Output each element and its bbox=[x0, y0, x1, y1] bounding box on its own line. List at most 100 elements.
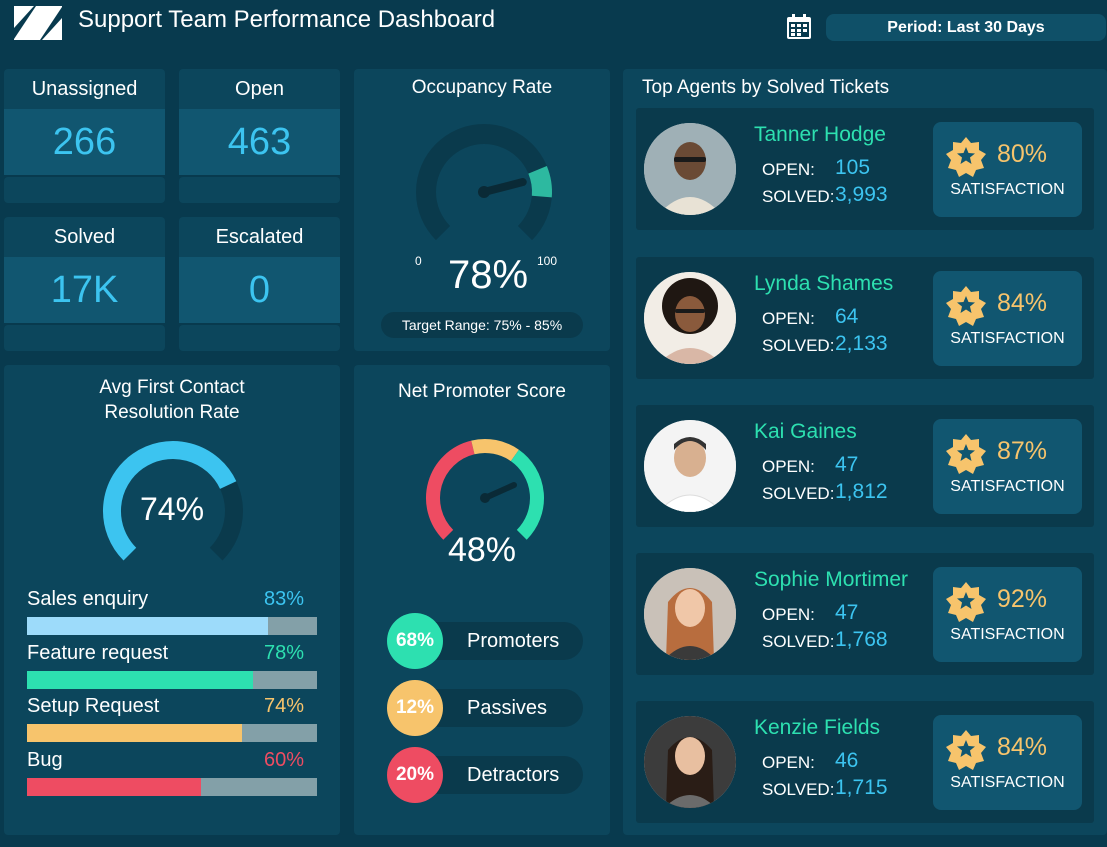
fcr-title-line: Avg First Contact bbox=[99, 377, 245, 398]
agent-name: Tanner Hodge bbox=[754, 123, 886, 146]
promoters-pct: 68% bbox=[387, 613, 443, 669]
category-bar-fill bbox=[27, 724, 242, 742]
nps-gauge bbox=[426, 439, 544, 540]
category-bar-track bbox=[27, 671, 317, 689]
satisfaction-pct: 84% bbox=[997, 289, 1048, 317]
satisfaction-label: SATISFACTION bbox=[950, 181, 1065, 198]
open-value: 47 bbox=[835, 601, 859, 624]
solved-value: 2,133 bbox=[835, 332, 888, 355]
fcr-category-sales: Sales enquiry 83% bbox=[27, 588, 317, 635]
satisfaction-label: SATISFACTION bbox=[950, 330, 1065, 347]
period-selector[interactable]: Period: Last 30 Days bbox=[826, 14, 1106, 41]
satisfaction-box: 87% SATISFACTION bbox=[933, 419, 1082, 514]
fcr-title-line: Resolution Rate bbox=[104, 402, 240, 423]
person-icon bbox=[644, 123, 736, 215]
category-bar-fill bbox=[27, 617, 268, 635]
category-pct: 74% bbox=[263, 695, 304, 717]
solved-label: SOLVED: bbox=[762, 632, 835, 651]
category-bar-track bbox=[27, 778, 317, 796]
kpi-footer bbox=[4, 177, 165, 203]
kpi-value: 266 bbox=[4, 109, 165, 175]
page-title: Support Team Performance Dashboard bbox=[78, 6, 496, 33]
gauge-segment-promoters bbox=[510, 449, 544, 540]
agents-title: Top Agents by Solved Tickets bbox=[642, 77, 890, 98]
kpi-solved[interactable]: Solved 17K bbox=[4, 217, 165, 323]
fcr-category-setup: Setup Request 74% bbox=[27, 695, 317, 742]
zendesk-logo-icon bbox=[14, 6, 62, 40]
solved-label: SOLVED: bbox=[762, 187, 835, 206]
satisfaction-box: 84% SATISFACTION bbox=[933, 715, 1082, 810]
category-pct: 83% bbox=[263, 588, 304, 610]
category-bar-track bbox=[27, 617, 317, 635]
gauge-hub bbox=[480, 493, 490, 503]
agent-card[interactable]: Kai Gaines OPEN: 47 SOLVED: 1,812 87% SA… bbox=[636, 405, 1094, 527]
open-value: 46 bbox=[835, 749, 859, 772]
category-bar-track bbox=[27, 724, 317, 742]
kpi-footer bbox=[4, 325, 165, 351]
satisfaction-box: 80% SATISFACTION bbox=[933, 122, 1082, 217]
kpi-footer bbox=[179, 325, 340, 351]
agent-name: Kai Gaines bbox=[754, 420, 857, 443]
kpi-unassigned[interactable]: Unassigned 266 bbox=[4, 69, 165, 175]
star-badge-icon bbox=[946, 434, 986, 474]
avatar bbox=[644, 123, 736, 215]
detractors-pct: 20% bbox=[387, 747, 443, 803]
kpi-label: Open bbox=[235, 78, 284, 100]
solved-label: SOLVED: bbox=[762, 780, 835, 799]
category-pct: 60% bbox=[263, 749, 304, 771]
open-value: 47 bbox=[835, 453, 859, 476]
open-value: 105 bbox=[835, 156, 871, 179]
satisfaction-pct: 84% bbox=[997, 733, 1048, 761]
open-label: OPEN: bbox=[762, 160, 815, 179]
agent-name: Sophie Mortimer bbox=[754, 568, 909, 591]
category-bar-fill bbox=[27, 671, 254, 689]
satisfaction-pct: 80% bbox=[997, 140, 1048, 168]
gauge-hub bbox=[478, 186, 490, 198]
open-label: OPEN: bbox=[762, 753, 815, 772]
agent-card[interactable]: Tanner Hodge OPEN: 105 SOLVED: 3,993 80%… bbox=[636, 108, 1094, 230]
person-icon bbox=[644, 420, 736, 512]
solved-value: 1,768 bbox=[835, 628, 888, 651]
calendar-icon[interactable] bbox=[785, 13, 813, 41]
star-badge-icon bbox=[946, 730, 986, 770]
kpi-label: Solved bbox=[53, 226, 116, 248]
star-badge-icon bbox=[946, 286, 986, 326]
promoters-label: Promoters bbox=[467, 630, 560, 652]
agent-card[interactable]: Kenzie Fields OPEN: 46 SOLVED: 1,715 84%… bbox=[636, 701, 1094, 823]
fcr-title: Avg First Contact Resolution Rate bbox=[4, 375, 340, 425]
avatar bbox=[644, 420, 736, 512]
star-badge-icon bbox=[946, 137, 986, 177]
occupancy-title: Occupancy Rate bbox=[411, 77, 553, 98]
agent-card[interactable]: Sophie Mortimer OPEN: 47 SOLVED: 1,768 9… bbox=[636, 553, 1094, 675]
category-pct: 78% bbox=[263, 642, 304, 664]
satisfaction-label: SATISFACTION bbox=[950, 774, 1065, 791]
kpi-escalated[interactable]: Escalated 0 bbox=[179, 217, 340, 323]
kpi-value: 0 bbox=[179, 257, 340, 323]
detractors-label: Detractors bbox=[467, 764, 560, 786]
fcr-category-bug: Bug 60% bbox=[27, 749, 317, 796]
kpi-open[interactable]: Open 463 bbox=[179, 69, 340, 175]
solved-label: SOLVED: bbox=[762, 484, 835, 503]
gauge-max-label: 100 bbox=[537, 254, 558, 268]
solved-value: 3,993 bbox=[835, 183, 888, 206]
satisfaction-box: 84% SATISFACTION bbox=[933, 271, 1082, 366]
category-bar-fill bbox=[27, 778, 201, 796]
avatar bbox=[644, 272, 736, 364]
agent-name: Lynda Shames bbox=[754, 272, 894, 295]
satisfaction-pct: 92% bbox=[997, 585, 1048, 613]
kpi-value: 17K bbox=[4, 257, 165, 323]
satisfaction-box: 92% SATISFACTION bbox=[933, 567, 1082, 662]
kpi-footer bbox=[179, 177, 340, 203]
open-label: OPEN: bbox=[762, 309, 815, 328]
avatar bbox=[644, 568, 736, 660]
satisfaction-pct: 87% bbox=[997, 437, 1048, 465]
agent-card[interactable]: Lynda Shames OPEN: 64 SOLVED: 2,133 84% … bbox=[636, 257, 1094, 379]
person-icon bbox=[644, 272, 736, 364]
kpi-label: Unassigned bbox=[31, 78, 138, 100]
target-range-badge: Target Range: 75% - 85% bbox=[381, 312, 583, 338]
kpi-label: Escalated bbox=[215, 226, 304, 248]
person-icon bbox=[644, 716, 736, 808]
open-label: OPEN: bbox=[762, 457, 815, 476]
occupancy-value: 78% bbox=[447, 253, 529, 297]
fcr-category-feature: Feature request 78% bbox=[27, 642, 317, 689]
